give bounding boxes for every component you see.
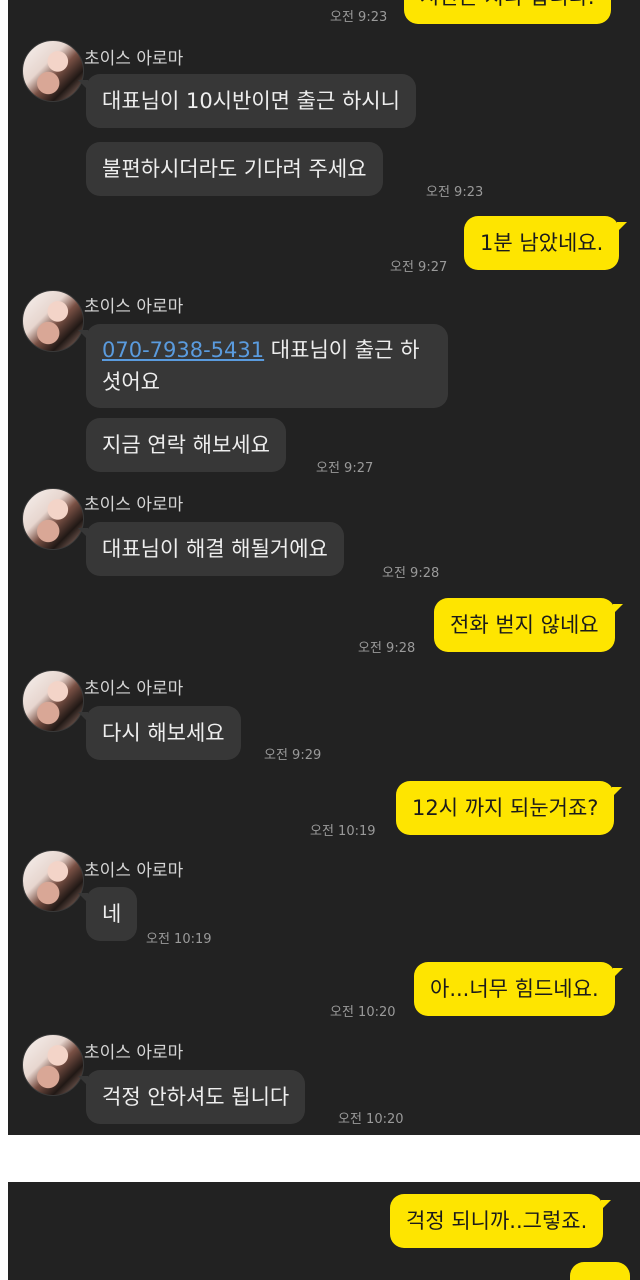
contact-avatar[interactable] <box>22 488 84 550</box>
message-time: 오전 9:28 <box>382 566 440 581</box>
sender-name: 초이스 아로마 <box>84 297 184 317</box>
message-bubble-incoming[interactable]: 네 <box>77 887 138 941</box>
message-time: 오전 9:23 <box>330 10 388 25</box>
contact-avatar[interactable] <box>22 40 84 102</box>
message-bubble-incoming[interactable]: 다시 해보세요 <box>78 706 241 760</box>
message-time: 오전 10:20 <box>338 1112 404 1127</box>
sender-name: 초이스 아로마 <box>84 861 184 881</box>
message-bubble-incoming[interactable]: 대표님이 10시반이면 출근 하시니 <box>78 74 416 128</box>
message-bubble-outgoing[interactable]: 아...너무 힘드네요. <box>414 962 623 1016</box>
sender-name: 초이스 아로마 <box>84 1043 184 1063</box>
message-bubble-incoming[interactable]: 대표님이 해결 해될거에요 <box>78 522 344 576</box>
message-time: 오전 9:27 <box>390 260 448 275</box>
message-time: 오전 9:28 <box>358 641 416 656</box>
message-time: 오전 9:29 <box>264 748 322 763</box>
message-bubble-incoming[interactable]: 지금 연락 해보세요 <box>86 418 286 472</box>
message-time: 오전 10:19 <box>146 932 212 947</box>
contact-avatar[interactable] <box>22 670 84 732</box>
sender-name: 초이스 아로마 <box>84 49 184 69</box>
message-bubble-outgoing[interactable]: 시간은 지나 갑니다. <box>404 0 611 24</box>
message-time: 오전 9:27 <box>316 461 374 476</box>
message-bubble-incoming[interactable]: 걱정 안하셔도 됩니다 <box>77 1070 306 1124</box>
chat-panel-top: 시간은 지나 갑니다. 오전 9:23 초이스 아로마 대표님이 10시반이면 … <box>8 0 640 1135</box>
message-bubble-outgoing[interactable]: 12시 까지 되눈거죠? <box>396 781 623 835</box>
phone-number-link[interactable]: 070-7938-5431 <box>102 338 264 362</box>
contact-avatar[interactable] <box>22 1034 84 1096</box>
message-bubble-incoming[interactable]: 070-7938-5431 대표님이 출근 하셧어요 <box>78 324 448 408</box>
sender-name: 초이스 아로마 <box>84 679 184 699</box>
contact-avatar[interactable] <box>22 290 84 352</box>
message-time: 오전 9:23 <box>426 185 484 200</box>
sender-name: 초이스 아로마 <box>84 495 184 515</box>
message-bubble-incoming[interactable]: 불편하시더라도 기다려 주세요 <box>86 142 383 196</box>
chat-panel-bottom: 걱정 되니까..그렇죠. <box>8 1182 640 1280</box>
message-bubble-outgoing[interactable]: 1분 남았네요. <box>464 216 628 270</box>
message-bubble-outgoing[interactable]: 전화 벋지 않네요 <box>434 598 623 652</box>
message-bubble-outgoing-partial[interactable] <box>570 1262 630 1280</box>
message-time: 오전 10:20 <box>330 1005 396 1020</box>
contact-avatar[interactable] <box>22 850 84 912</box>
message-bubble-outgoing[interactable]: 걱정 되니까..그렇죠. <box>390 1194 612 1248</box>
message-time: 오전 10:19 <box>310 824 376 839</box>
